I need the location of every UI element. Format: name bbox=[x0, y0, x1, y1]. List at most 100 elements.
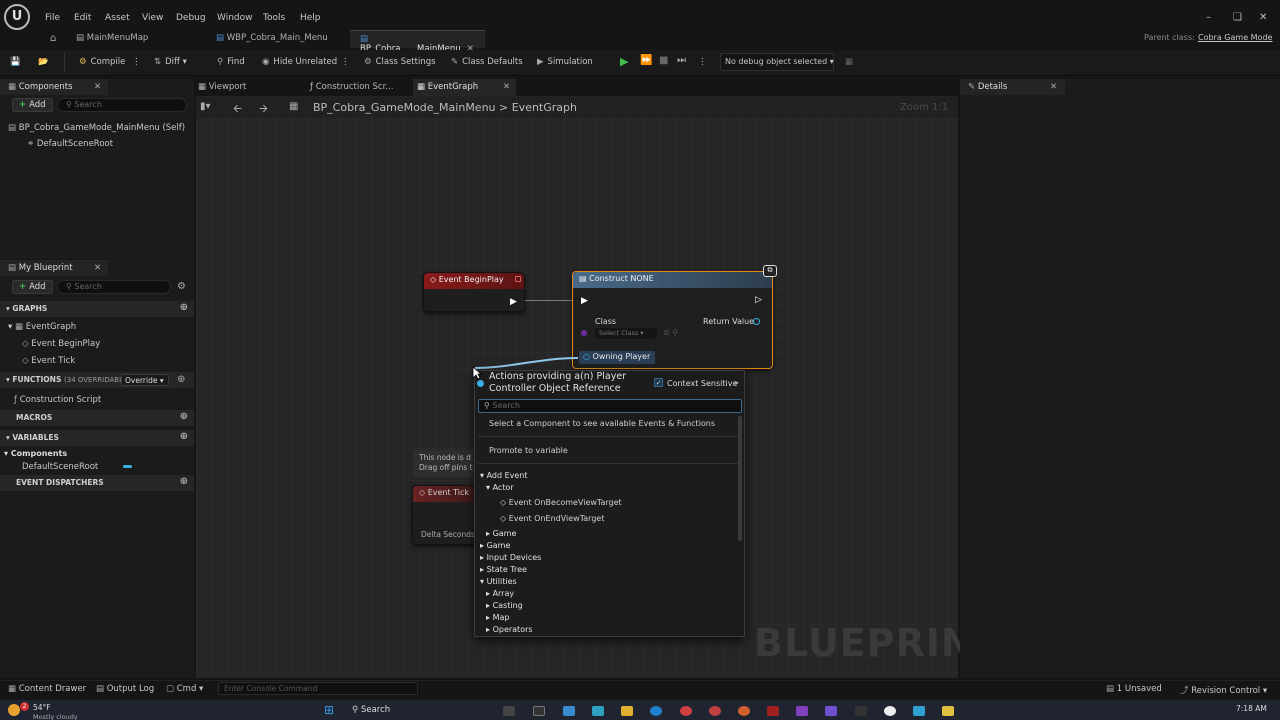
compile-options-icon[interactable]: ⋮ bbox=[132, 57, 141, 67]
context-menu-scrollbar[interactable] bbox=[738, 416, 742, 541]
browser-icon[interactable] bbox=[709, 706, 721, 716]
node-action-icon[interactable]: ⧉ bbox=[763, 265, 777, 277]
compile-button[interactable]: ⚙ Compile bbox=[79, 57, 125, 67]
owning-player-pin[interactable]: ○ Owning Player bbox=[579, 351, 655, 364]
node-event-beginplay[interactable]: ◇ Event BeginPlay ▶ bbox=[423, 272, 525, 312]
graphs-section[interactable]: ▾ GRAPHS ⊕ bbox=[0, 301, 194, 317]
components-search-input[interactable]: ⚲ Search bbox=[57, 98, 187, 112]
exec-in-pin-icon[interactable]: ▶ bbox=[581, 296, 588, 306]
graph-item-eventgraph[interactable]: ▾ ▦ EventGraph bbox=[8, 322, 76, 332]
dispatchers-section[interactable]: EVENT DISPATCHERS ⊕ bbox=[0, 475, 194, 491]
add-graph-icon[interactable]: ⊕ bbox=[180, 302, 188, 313]
tab-construction-script[interactable]: ƒ Construction Scr... bbox=[310, 82, 393, 92]
edge-browser-icon[interactable] bbox=[650, 706, 662, 716]
tab-widget-blueprint[interactable]: ▤ WBP_Cobra_Main_Menu bbox=[206, 30, 338, 48]
skip-icon[interactable]: ⏭ bbox=[677, 55, 686, 66]
forward-arrow-icon[interactable]: 🡪 bbox=[259, 100, 268, 119]
file-explorer-icon[interactable] bbox=[621, 706, 633, 716]
unreal-logo-icon[interactable]: U bbox=[4, 4, 30, 30]
settings-gear-icon[interactable]: ⚙ bbox=[177, 281, 186, 292]
category-utilities[interactable]: ▾ Utilities bbox=[480, 577, 517, 586]
context-sensitive-checkbox[interactable]: ✓ bbox=[654, 378, 663, 387]
macros-section[interactable]: MACROS ⊕ bbox=[0, 410, 194, 426]
debug-object-select[interactable]: No debug object selected ▾ bbox=[720, 53, 834, 71]
category-array[interactable]: ▸ Array bbox=[486, 589, 514, 598]
variables-section[interactable]: ▾ VARIABLES ⊕ bbox=[0, 430, 194, 446]
menu-window[interactable]: Window bbox=[217, 13, 253, 23]
variable-item-defaultsceneroot[interactable]: DefaultSceneRoot bbox=[22, 462, 98, 472]
output-log-button[interactable]: ▤ Output Log bbox=[96, 684, 154, 694]
tab-gamemode-blueprint[interactable]: ▤ BP_Cobra_..._MainMenu ✕ bbox=[350, 30, 485, 54]
close-icon[interactable]: ✕ bbox=[94, 82, 101, 92]
graph-item-tick[interactable]: ◇ Event Tick bbox=[22, 356, 75, 366]
content-drawer-button[interactable]: ▦ Content Drawer bbox=[8, 684, 86, 694]
cmd-dropdown[interactable]: ▢ Cmd ▾ bbox=[166, 684, 203, 694]
close-icon[interactable]: ✕ bbox=[94, 263, 101, 273]
exec-out-pin-icon[interactable]: ▷ bbox=[755, 295, 762, 305]
select-class-dropdown[interactable]: Select Class ▾ bbox=[595, 328, 657, 339]
app-icon[interactable] bbox=[825, 706, 837, 716]
category-game-sub[interactable]: ▸ Game bbox=[486, 529, 516, 538]
category-actor[interactable]: ▾ Actor bbox=[486, 483, 514, 492]
node-construct[interactable]: ▤ Construct NONE ▶ ▷ Class Return Value … bbox=[572, 271, 773, 369]
debug-filter-icon[interactable]: ▦ bbox=[845, 57, 853, 67]
epic-games-icon[interactable] bbox=[855, 706, 867, 716]
category-casting[interactable]: ▸ Casting bbox=[486, 601, 523, 610]
app-icon[interactable] bbox=[942, 706, 954, 716]
close-window-icon[interactable]: ✕ bbox=[1259, 12, 1267, 23]
delegate-pin-icon[interactable] bbox=[515, 276, 521, 282]
menu-edit[interactable]: Edit bbox=[74, 13, 91, 23]
class-pin-icon[interactable] bbox=[581, 330, 587, 336]
console-command-input[interactable]: Enter Console Command bbox=[218, 682, 418, 695]
home-icon[interactable]: ⌂ bbox=[50, 33, 56, 44]
menu-file[interactable]: File bbox=[45, 13, 60, 23]
category-operators[interactable]: ▸ Operators bbox=[486, 625, 533, 634]
app-icon[interactable] bbox=[913, 706, 925, 716]
component-self[interactable]: ▤ BP_Cobra_GameMode_MainMenu (Self) bbox=[8, 123, 185, 133]
class-defaults-button[interactable]: ✎ Class Defaults bbox=[451, 57, 523, 67]
simulation-button[interactable]: ▶ Simulation bbox=[537, 57, 593, 67]
category-input-devices[interactable]: ▸ Input Devices bbox=[480, 553, 541, 562]
save-icon[interactable]: 💾 bbox=[10, 57, 21, 67]
app-icon[interactable] bbox=[563, 706, 575, 716]
class-browse-icon[interactable]: ⊜ ⚲ bbox=[663, 328, 678, 337]
return-value-pin-icon[interactable] bbox=[753, 318, 760, 325]
breadcrumb-leaf[interactable]: EventGraph bbox=[512, 101, 577, 114]
terminal-app-icon[interactable] bbox=[533, 706, 545, 716]
visual-studio-icon[interactable] bbox=[796, 706, 808, 716]
task-view-icon[interactable] bbox=[503, 706, 515, 716]
class-settings-button[interactable]: ⚙ Class Settings bbox=[364, 57, 436, 67]
hide-unrelated-button[interactable]: ◉ Hide Unrelated bbox=[262, 57, 337, 67]
stop-icon[interactable]: ■ bbox=[659, 55, 668, 66]
my-blueprint-search-input[interactable]: ⚲ Search bbox=[57, 280, 171, 294]
maximize-icon[interactable]: ❏ bbox=[1233, 12, 1242, 23]
play-icon[interactable]: ▶ bbox=[620, 55, 628, 68]
chrome-browser-icon[interactable] bbox=[680, 706, 692, 716]
hide-options-icon[interactable]: ⋮ bbox=[341, 57, 350, 67]
parent-class-link[interactable]: Cobra Game Mode bbox=[1198, 33, 1272, 42]
graph-item-beginplay[interactable]: ◇ Event BeginPlay bbox=[22, 339, 100, 349]
tab-viewport[interactable]: ▦ Viewport bbox=[198, 82, 246, 92]
node-event-tick[interactable]: ◇ Event Tick Delta Seconds bbox=[412, 485, 476, 545]
action-event-onbecomeviewtarget[interactable]: ◇ Event OnBecomeViewTarget bbox=[500, 498, 622, 507]
menu-tools[interactable]: Tools bbox=[263, 13, 285, 23]
clock-time[interactable]: 7:18 AM bbox=[1236, 704, 1267, 713]
close-icon[interactable]: ✕ bbox=[1050, 82, 1057, 92]
action-event-onendviewtarget[interactable]: ◇ Event OnEndViewTarget bbox=[500, 514, 604, 523]
chevron-right-icon[interactable]: ▸ bbox=[735, 378, 739, 387]
back-arrow-icon[interactable]: 🡨 bbox=[233, 100, 242, 119]
function-item-construction[interactable]: ƒ Construction Script bbox=[14, 395, 101, 405]
app-icon[interactable] bbox=[767, 706, 779, 716]
browse-icon[interactable]: 📂 bbox=[38, 57, 49, 67]
exec-out-pin-icon[interactable]: ▶ bbox=[510, 297, 517, 307]
category-map[interactable]: ▸ Map bbox=[486, 613, 509, 622]
category-state-tree[interactable]: ▸ State Tree bbox=[480, 565, 527, 574]
add-macro-icon[interactable]: ⊕ bbox=[180, 411, 188, 422]
weather-icon[interactable] bbox=[8, 704, 20, 716]
breadcrumb-root[interactable]: BP_Cobra_GameMode_MainMenu bbox=[313, 101, 496, 114]
step-icon[interactable]: ⏩ bbox=[640, 55, 652, 66]
revision-control-button[interactable]: ⤴ Revision Control ▾ bbox=[1180, 684, 1267, 696]
menu-help[interactable]: Help bbox=[300, 13, 321, 23]
browser-icon[interactable] bbox=[738, 706, 750, 716]
play-options-icon[interactable]: ⋮ bbox=[698, 57, 707, 67]
